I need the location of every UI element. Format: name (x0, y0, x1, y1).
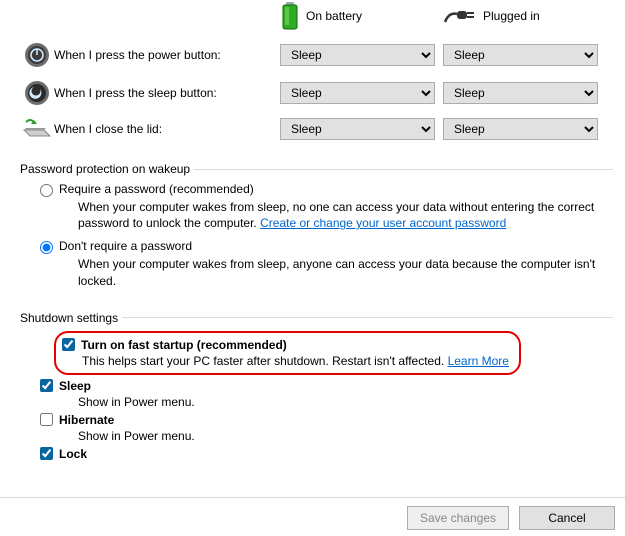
on-battery-header: On battery (306, 9, 362, 23)
fast-startup-label: Turn on fast startup (recommended) (81, 338, 287, 352)
plugged-in-header: Plugged in (483, 9, 540, 23)
fast-startup-checkbox[interactable] (62, 338, 75, 351)
dont-require-password-radio[interactable] (40, 241, 53, 254)
sleep-option-label: Sleep (59, 379, 91, 393)
hibernate-option-desc: Show in Power menu. (78, 429, 613, 443)
divider (194, 169, 613, 170)
power-button-battery-select[interactable]: Sleep (280, 44, 435, 66)
save-changes-button[interactable]: Save changes (407, 506, 509, 530)
sleep-checkbox[interactable] (40, 379, 53, 392)
close-lid-icon (20, 118, 54, 140)
dont-require-password-label: Don't require a password (59, 239, 192, 253)
sleep-option-desc: Show in Power menu. (78, 395, 613, 409)
fast-startup-highlight: Turn on fast startup (recommended) This … (54, 331, 521, 375)
require-password-radio[interactable] (40, 184, 53, 197)
sleep-button-label: When I press the sleep button: (54, 86, 217, 100)
require-password-desc: When your computer wakes from sleep, no … (78, 199, 603, 231)
lock-checkbox[interactable] (40, 447, 53, 460)
lock-option-label: Lock (59, 447, 87, 461)
power-button-label: When I press the power button: (54, 48, 221, 62)
sleep-button-plugged-select[interactable]: Sleep (443, 82, 598, 104)
divider (122, 317, 613, 318)
password-section-title: Password protection on wakeup (20, 162, 190, 176)
require-password-label: Require a password (recommended) (59, 182, 254, 196)
learn-more-link[interactable]: Learn More (448, 354, 509, 368)
sleep-button-icon (20, 80, 54, 106)
power-button-plugged-select[interactable]: Sleep (443, 44, 598, 66)
shutdown-section-title: Shutdown settings (20, 311, 118, 325)
sleep-button-battery-select[interactable]: Sleep (280, 82, 435, 104)
battery-icon (280, 2, 300, 30)
fast-startup-desc: This helps start your PC faster after sh… (82, 354, 509, 368)
close-lid-plugged-select[interactable]: Sleep (443, 118, 598, 140)
dont-require-password-desc: When your computer wakes from sleep, any… (78, 256, 603, 288)
cancel-button[interactable]: Cancel (519, 506, 615, 530)
close-lid-label: When I close the lid: (54, 122, 162, 136)
hibernate-checkbox[interactable] (40, 413, 53, 426)
close-lid-battery-select[interactable]: Sleep (280, 118, 435, 140)
create-password-link[interactable]: Create or change your user account passw… (260, 216, 506, 230)
plug-icon (443, 6, 477, 26)
power-button-icon (20, 42, 54, 68)
hibernate-option-label: Hibernate (59, 413, 114, 427)
